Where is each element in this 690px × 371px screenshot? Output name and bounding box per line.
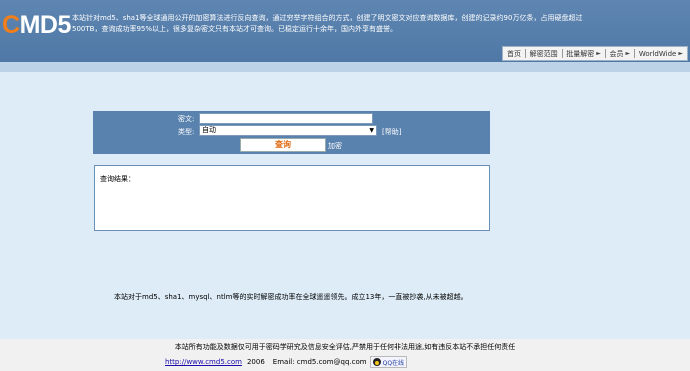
encrypt-link[interactable]: 加密	[328, 141, 342, 151]
logo-rest: MD5	[19, 11, 72, 39]
query-button[interactable]: 查询	[240, 138, 326, 152]
chevron-right-icon: ►	[596, 50, 601, 57]
nav-item-home[interactable]: 首页	[503, 49, 525, 59]
type-select[interactable]: 自动 ▼	[199, 125, 377, 136]
qq-online-button[interactable]: QQ在线	[369, 356, 408, 368]
footer-site-link[interactable]: http://www.cmd5.com	[165, 358, 242, 366]
logo-first-letter: C	[2, 11, 20, 39]
qq-label: QQ在线	[382, 359, 405, 367]
nav-item-worldwide[interactable]: WorldWide ►	[635, 50, 687, 58]
chevron-right-icon: ►	[625, 50, 631, 57]
footer-email: Email: cmd5.com@qq.com	[272, 358, 367, 366]
result-label: 查询结果：	[100, 175, 135, 183]
nav-label: WorldWide	[638, 49, 677, 58]
help-link[interactable]: [帮助]	[382, 127, 401, 137]
top-nav: 首页 解密范围 批量解密 ► 会员 ► WorldWide ►	[502, 46, 688, 61]
nav-item-member[interactable]: 会员 ►	[606, 49, 635, 59]
type-label: 类型:	[178, 128, 195, 136]
nav-label: 批量解密	[566, 49, 595, 58]
query-panel: 密文: 类型: 自动 ▼ [帮助] 查询 加密	[93, 111, 490, 154]
site-logo[interactable]: CMD5	[2, 10, 71, 40]
footer-year: 2006	[246, 358, 265, 366]
page-footer: 本站所有功能及数据仅可用于密码学研究及信息安全评估,严禁用于任何非法用途,如有违…	[0, 339, 690, 371]
cipher-input[interactable]	[199, 113, 373, 124]
type-selected-value: 自动	[202, 126, 216, 134]
nav-label: 首页	[507, 49, 521, 58]
nav-label: 解密范围	[529, 49, 558, 58]
result-box: 查询结果：	[94, 165, 490, 231]
nav-label: 会员	[609, 49, 624, 58]
qq-penguin-icon	[372, 358, 381, 366]
cipher-label: 密文:	[178, 115, 195, 123]
site-header: CMD5 本站针对md5、sha1等全球通用公开的加密算法进行反向查询，通过穷举…	[0, 0, 690, 62]
nav-item-range[interactable]: 解密范围	[526, 49, 562, 59]
chevron-right-icon: ►	[678, 50, 683, 57]
footer-disclaimer: 本站所有功能及数据仅可用于密码学研究及信息安全评估,严禁用于任何非法用途,如有违…	[174, 343, 516, 351]
nav-item-batch[interactable]: 批量解密 ►	[562, 49, 605, 59]
site-intro: 本站针对md5、sha1等全球通用公开的加密算法进行反向查询，通过穷举字符组合的…	[72, 14, 583, 33]
info-text: 本站对于md5、sha1、mysql、ntlm等的实时解密成功率在全球遥遥领先。…	[114, 293, 468, 301]
header-band	[0, 62, 690, 72]
dropdown-arrow-icon: ▼	[369, 127, 374, 134]
footer-contact: http://www.cmd5.com 2006 Email: cmd5.com…	[165, 356, 408, 368]
